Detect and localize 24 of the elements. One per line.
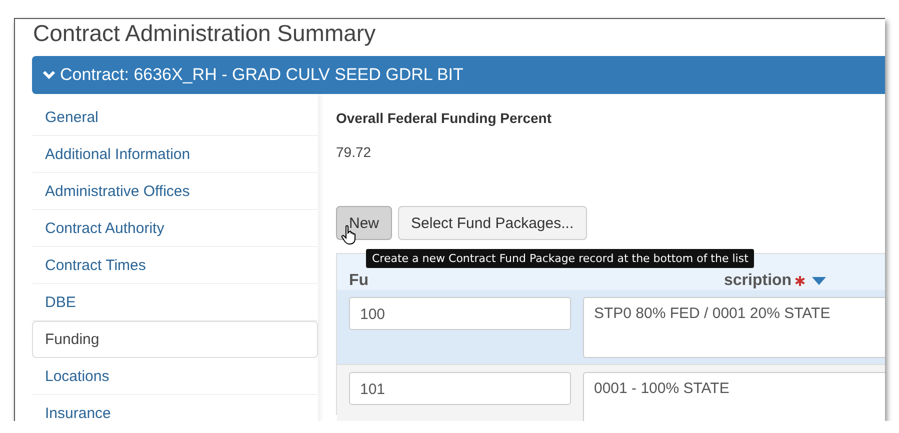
dropdown-icon[interactable] [812,277,826,286]
sidebar-item[interactable]: Additional Information [32,136,318,173]
fund-package-id-field[interactable]: 101 [349,372,571,405]
sidebar-item[interactable]: Insurance [32,395,318,421]
contract-title: Contract: 6636X_RH - GRAD CULV SEED GDRL BIT [60,65,464,85]
select-fund-packages-button[interactable]: Select Fund Packages... [398,206,587,240]
sidebar-item[interactable]: Contract Authority [32,210,318,247]
description-field[interactable]: 0001 - 100% STATE [583,372,885,421]
sidebar-item[interactable]: DBE [32,284,318,321]
column-header[interactable]: Fu [349,272,369,290]
sidebar-item[interactable]: General [32,99,318,136]
field-value: 79.72 [336,144,372,160]
description-field[interactable]: STP0 80% FED / 0001 20% STATE [583,297,885,358]
sidebar-item[interactable]: Funding [32,321,318,358]
tooltip: Create a new Contract Fund Package record at the bottom of the list [366,249,754,268]
column-header[interactable]: scription [724,272,792,290]
sidebar-item[interactable]: Contract Times [32,247,318,284]
page-title: Contract Administration Summary [32,19,377,48]
field-label: Overall Federal Funding Percent [336,110,553,126]
fund-package-id-field[interactable]: 100 [349,297,571,330]
table-row[interactable]: 100 STP0 80% FED / 0001 20% STATE [337,290,885,365]
sidebar-item[interactable]: Locations [32,358,318,395]
contract-header-bar[interactable]: Contract: 6636X_RH - GRAD CULV SEED GDRL BIT [32,56,885,94]
sidebar-item[interactable]: Administrative Offices [32,173,318,210]
